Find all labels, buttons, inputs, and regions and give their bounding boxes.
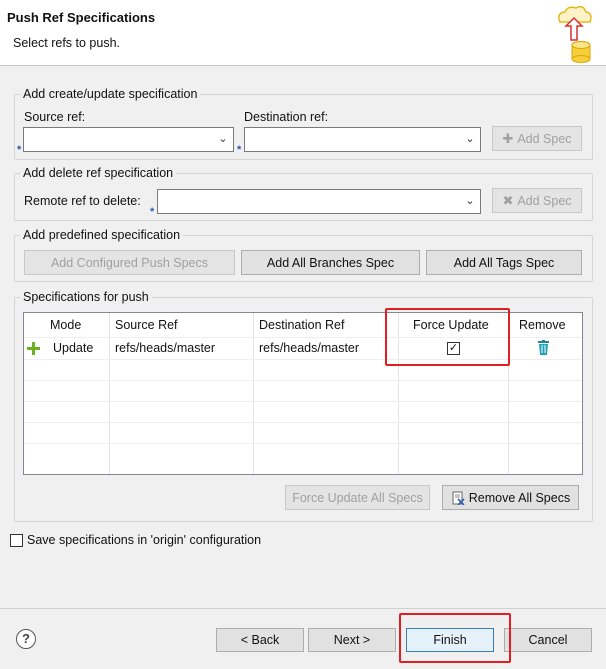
required-marker: * [17,144,22,156]
chevron-down-icon[interactable]: ⌄ [463,193,477,210]
destination-ref-combo[interactable]: ⌄ [244,127,481,152]
finish-button[interactable]: Finish [406,628,494,652]
next-button-label: Next > [333,633,371,647]
create-update-legend: Add create/update specification [23,87,198,101]
required-marker: * [150,206,155,218]
force-update-all-specs-button[interactable]: Force Update All Specs [285,485,430,510]
delete-ref-legend: Add delete ref specification [23,166,174,180]
column-header-source-ref[interactable]: Source Ref [115,313,178,337]
delete-x-icon: ✖ [502,192,514,208]
add-mode-icon [27,342,40,355]
source-ref-combo[interactable]: ⌄ [23,127,234,152]
plus-icon: ✚ [502,130,514,146]
cancel-button[interactable]: Cancel [504,628,592,652]
remote-ref-combo[interactable]: ⌄ [157,189,481,214]
source-ref-label: Source ref: [24,110,86,124]
column-header-force-update[interactable]: Force Update [413,313,489,337]
back-button[interactable]: < Back [216,628,304,652]
trash-icon[interactable] [537,340,550,355]
row-mode: Update [53,341,94,355]
row-source-ref: refs/heads/master [115,341,216,355]
row-destination-ref: refs/heads/master [259,341,360,355]
remove-all-specs-label: Remove All Specs [468,490,571,505]
column-header-mode[interactable]: Mode [50,313,81,337]
add-delete-spec-label: Add Spec [517,193,572,208]
add-spec-button[interactable]: ✚ Add Spec [492,126,582,151]
remote-ref-label: Remote ref to delete: [24,194,141,208]
remove-all-specs-button[interactable]: Remove All Specs [442,485,579,510]
required-marker: * [237,144,242,156]
add-spec-label: Add Spec [517,131,572,146]
destination-ref-label: Destination ref: [244,110,329,124]
column-header-destination-ref[interactable]: Destination Ref [259,313,344,337]
dialog-title: Push Ref Specifications [7,10,156,25]
column-header-remove[interactable]: Remove [519,313,566,337]
dialog-subtitle: Select refs to push. [13,36,121,50]
back-button-label: < Back [240,633,280,647]
remove-all-icon [452,491,465,505]
push-wizard-icon [548,2,600,64]
help-icon[interactable]: ? [16,629,36,649]
add-all-branches-spec-button[interactable]: Add All Branches Spec [241,250,420,275]
footer-divider [0,608,606,609]
force-update-checkbox[interactable]: ✓ [447,342,460,355]
next-button[interactable]: Next > [308,628,396,652]
specs-table[interactable]: Mode Source Ref Destination Ref Force Up… [23,312,583,475]
save-config-label[interactable]: Save specifications in 'origin' configur… [27,533,261,547]
add-configured-push-specs-button[interactable]: Add Configured Push Specs [24,250,235,275]
chevron-down-icon[interactable]: ⌄ [463,131,477,148]
finish-button-label: Finish [433,633,467,647]
add-delete-spec-button[interactable]: ✖ Add Spec [492,188,582,213]
dialog-header: Push Ref Specifications Select refs to p… [0,0,606,66]
cancel-button-label: Cancel [528,633,568,647]
save-config-checkbox[interactable] [10,534,23,547]
chevron-down-icon[interactable]: ⌄ [216,131,230,148]
specs-legend: Specifications for push [23,290,149,304]
predefined-legend: Add predefined specification [23,228,181,242]
add-all-tags-spec-button[interactable]: Add All Tags Spec [426,250,582,275]
